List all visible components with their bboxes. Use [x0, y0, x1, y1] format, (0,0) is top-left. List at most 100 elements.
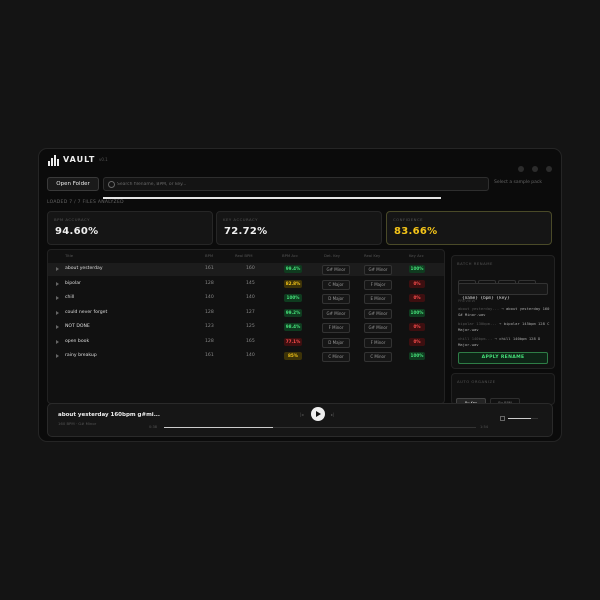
app-version: v0.1 [99, 157, 108, 162]
track-real-bpm: 145 [246, 280, 255, 286]
track-bpm: 128 [205, 280, 214, 286]
key-accuracy-badge: 0% [409, 323, 425, 331]
key-accuracy-badge: 100% [409, 265, 425, 273]
track-bpm: 161 [205, 353, 214, 358]
detected-key: F Minor [322, 323, 350, 333]
track-bpm: 123 [205, 324, 214, 329]
real-key: C Minor [364, 352, 392, 362]
now-playing-title: about yesterday 160bpm g#mi... [58, 412, 160, 418]
col-title[interactable]: Title [65, 253, 73, 258]
col-real-key[interactable]: Real Key [364, 253, 380, 258]
app-name: VAULT [63, 155, 96, 164]
real-key: G# Minor [364, 323, 392, 333]
panel-title: Batch Rename [457, 261, 493, 266]
volume-slider[interactable] [508, 418, 538, 419]
search-input[interactable] [117, 178, 477, 190]
search-box [103, 177, 489, 191]
bpm-accuracy-badge: 85% [284, 352, 302, 360]
bpm-accuracy-badge: 77.1% [284, 337, 302, 346]
title-bar: VAULT v0.1 [39, 149, 561, 172]
stat-key-accuracy: Key Accuracy 72.72% [216, 211, 382, 245]
track-title: rainy breakup [65, 353, 97, 358]
track-real-bpm: 165 [246, 338, 255, 344]
auto-organize-panel: Auto Organize By KeyBy BPMBoth [451, 373, 555, 427]
detected-key: C Major [322, 279, 350, 290]
stat-label: BPM Accuracy [54, 217, 90, 222]
track-real-bpm: 127 [246, 309, 255, 315]
vault-logo-icon [48, 155, 59, 166]
bpm-accuracy-badge: 98.4% [284, 323, 302, 331]
col-det-key[interactable]: Det. Key [324, 253, 340, 258]
col-key-acc[interactable]: Key Acc [409, 253, 424, 258]
bpm-accuracy-badge: 99.2% [284, 308, 302, 317]
track-real-bpm: 160 [246, 266, 255, 271]
volume-icon[interactable] [500, 416, 505, 421]
batch-rename-panel: Batch Rename {name}{bpm}{key}{idx} Previ… [451, 255, 555, 369]
search-icon [108, 181, 115, 188]
col-bpm[interactable]: BPM [205, 253, 213, 258]
col-real-bpm[interactable]: Real BPM [235, 253, 253, 258]
detected-key: C Minor [322, 352, 350, 362]
play-button[interactable] [311, 407, 325, 421]
track-title: could never forget [65, 309, 108, 315]
table-row[interactable]: NOT DONE 123 125 98.4% F Minor G# Minor 0% [48, 321, 444, 334]
bpm-accuracy-badge: 100% [284, 294, 302, 302]
maximize-button[interactable] [531, 166, 538, 172]
previous-icon[interactable]: |◂ [300, 412, 303, 417]
volume-fill [508, 418, 531, 419]
stat-value: 94.60% [55, 226, 99, 237]
loaded-status: LOADED 7 / 7 FILES ANALYZED [47, 200, 124, 205]
detected-key: D Major [322, 337, 350, 348]
track-bpm: 161 [205, 266, 214, 271]
real-key: G# Minor [364, 265, 392, 275]
stat-value: 83.66% [394, 226, 438, 237]
stat-label: Key Accuracy [223, 217, 258, 222]
analysis-progress-bar [103, 197, 441, 199]
row-play-icon[interactable] [56, 339, 59, 344]
track-title: NOT DONE [65, 324, 90, 329]
col-bpm-acc[interactable]: BPM Acc [282, 253, 298, 258]
template-field [458, 283, 549, 304]
seek-bar[interactable] [164, 427, 476, 428]
tracks-table: Title BPM Real BPM BPM Acc Det. Key Real… [47, 249, 445, 404]
table-row[interactable]: chill 140 140 100% D Major E Minor 0% [48, 292, 444, 305]
real-key: G# Minor [364, 308, 392, 319]
open-folder-button[interactable]: Open Folder [47, 177, 99, 191]
row-play-icon[interactable] [56, 296, 59, 300]
real-key: F Minor [364, 337, 392, 348]
table-row[interactable]: could never forget 128 127 99.2% G# Minor G# … [48, 307, 444, 320]
row-play-icon[interactable] [56, 281, 59, 286]
stat-confidence: Confidence 83.66% [386, 211, 552, 245]
seek-fill [164, 427, 274, 428]
stat-label: Confidence [393, 217, 423, 222]
table-row[interactable]: about yesterday 161 160 99.4% G# Minor G# Min… [48, 263, 444, 276]
key-accuracy-badge: 100% [409, 308, 425, 317]
key-accuracy-badge: 100% [409, 352, 425, 360]
key-accuracy-badge: 0% [409, 294, 425, 302]
preview-item: bipolar 130bpm... → bipolar 145bpm 128 C… [458, 321, 550, 332]
apply-rename-button[interactable]: APPLY RENAME [458, 352, 548, 364]
track-title: open book [65, 338, 90, 344]
row-play-icon[interactable] [56, 325, 59, 329]
preview-item: about yesterday... → about yesterday 160… [458, 306, 550, 317]
bpm-accuracy-badge: 99.4% [284, 265, 302, 273]
row-play-icon[interactable] [56, 310, 59, 315]
table-header: Title BPM Real BPM BPM Acc Det. Key Real… [48, 253, 444, 261]
next-icon[interactable]: ▸| [331, 412, 334, 417]
pack-hint: Select a sample pack [494, 180, 542, 185]
audio-player: about yesterday 160bpm g#mi... 160 BPM ·… [47, 403, 553, 437]
row-play-icon[interactable] [56, 354, 59, 358]
duration: 1:54 [480, 425, 489, 429]
table-row[interactable]: rainy breakup 161 140 85% C Minor C Minor 100% [48, 350, 444, 363]
app-window: VAULT v0.1 Open Folder Select a sample p… [38, 148, 562, 442]
track-bpm: 140 [205, 295, 214, 300]
track-title: about yesterday [65, 266, 103, 271]
detected-key: D Major [322, 294, 350, 304]
minimize-button[interactable] [517, 166, 524, 172]
close-button[interactable] [546, 166, 552, 172]
table-row[interactable]: bipolar 128 145 82.8% C Major F Major 0% [48, 278, 444, 291]
key-accuracy-badge: 0% [409, 337, 425, 346]
table-row[interactable]: open book 128 165 77.1% D Major F Minor 0% [48, 336, 444, 349]
real-key: F Major [364, 279, 392, 290]
row-play-icon[interactable] [56, 267, 59, 271]
